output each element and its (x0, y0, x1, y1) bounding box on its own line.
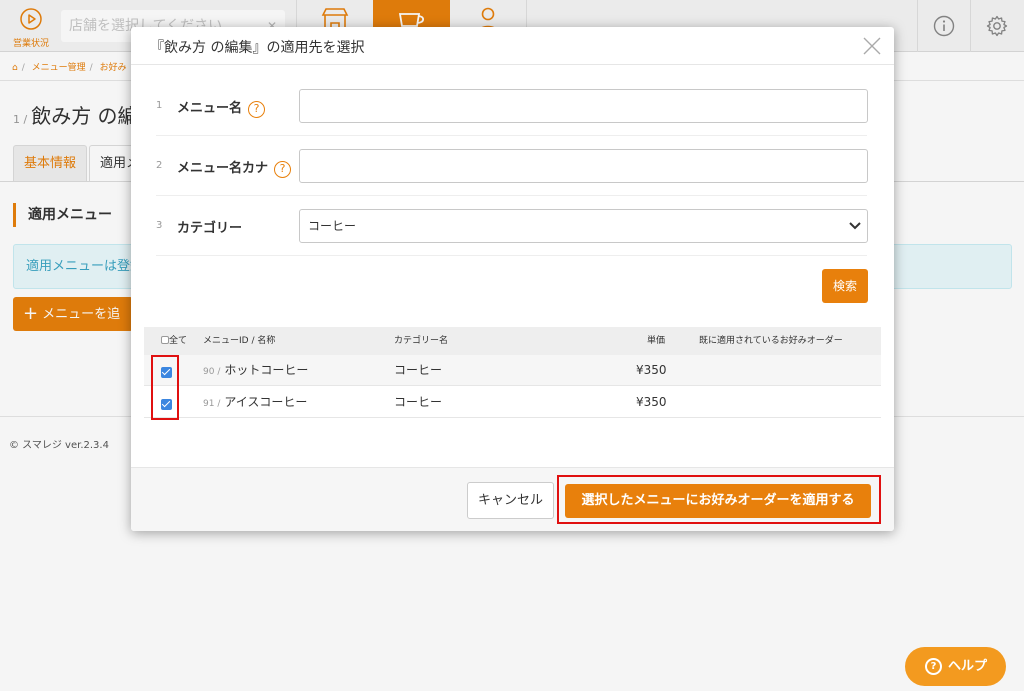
close-icon[interactable] (862, 36, 882, 56)
help-label: ヘルプ (948, 659, 988, 674)
category-cell: コーヒー (394, 395, 443, 409)
field-number: 1 (156, 100, 163, 111)
table-row[interactable]: 90 /ホットコーヒー コーヒー ¥350 (144, 355, 881, 386)
column-header-price: 単価 (647, 336, 666, 346)
field-label-menu-name: メニュー名? (177, 97, 266, 118)
column-header-applied: 既に適用されているお好みオーダー (699, 336, 843, 346)
menu-kana-input[interactable] (299, 149, 868, 183)
search-button[interactable]: 検索 (822, 269, 868, 303)
menu-name-input[interactable] (299, 89, 868, 123)
menu-name: ホットコーヒー (224, 363, 309, 377)
column-header-menu: メニューID / 名称 (203, 336, 276, 346)
table-header: 全て メニューID / 名称 カテゴリー名 単価 既に適用されているお好みオーダ… (144, 327, 881, 355)
field-label-text: メニュー名 (177, 101, 243, 116)
column-header-category: カテゴリー名 (394, 336, 449, 346)
highlight-checkboxes (151, 355, 179, 420)
cancel-button[interactable]: キャンセル (467, 482, 554, 519)
help-icon[interactable]: ? (274, 161, 292, 178)
form-row-menu-kana: 2 メニュー名カナ? (156, 137, 868, 196)
chevron-down-icon (849, 222, 861, 230)
select-all-checkbox[interactable]: 全て (161, 327, 187, 355)
price-cell: ¥350 (636, 363, 667, 377)
help-icon: ? (925, 658, 942, 675)
select-all-label: 全て (169, 336, 188, 346)
help-icon[interactable]: ? (248, 101, 266, 118)
field-label-text: メニュー名カナ (177, 161, 269, 176)
modal-header: 『飲み方 の編集』の適用先を選択 (131, 27, 894, 65)
category-select-value: コーヒー (308, 219, 357, 233)
menu-id: 90 / (203, 367, 221, 377)
category-select[interactable]: コーヒー (299, 209, 868, 243)
table-row[interactable]: 91 /アイスコーヒー コーヒー ¥350 (144, 387, 881, 418)
apply-target-modal: 『飲み方 の編集』の適用先を選択 1 メニュー名? 2 メニュー名カナ? 3 カ… (131, 27, 894, 531)
menu-id-name: 91 /アイスコーヒー (203, 387, 307, 420)
menu-name: アイスコーヒー (224, 395, 308, 409)
menu-id-name: 90 /ホットコーヒー (203, 355, 308, 388)
modal-title: 『飲み方 の編集』の適用先を選択 (150, 40, 365, 56)
help-button[interactable]: ? ヘルプ (905, 647, 1006, 686)
field-label-category: カテゴリー (177, 221, 243, 236)
price-cell: ¥350 (636, 395, 667, 409)
field-number: 2 (156, 160, 163, 171)
form-row-menu-name: 1 メニュー名? (156, 77, 868, 136)
highlight-apply-button (557, 475, 881, 524)
modal-footer: キャンセル 選択したメニューにお好みオーダーを適用する (131, 467, 894, 531)
menu-id: 91 / (203, 399, 221, 409)
category-cell: コーヒー (394, 363, 443, 377)
field-label-menu-kana: メニュー名カナ? (177, 157, 292, 178)
field-number: 3 (156, 220, 163, 231)
form-row-category: 3 カテゴリー コーヒー (156, 197, 868, 256)
checkbox-icon (161, 336, 169, 344)
